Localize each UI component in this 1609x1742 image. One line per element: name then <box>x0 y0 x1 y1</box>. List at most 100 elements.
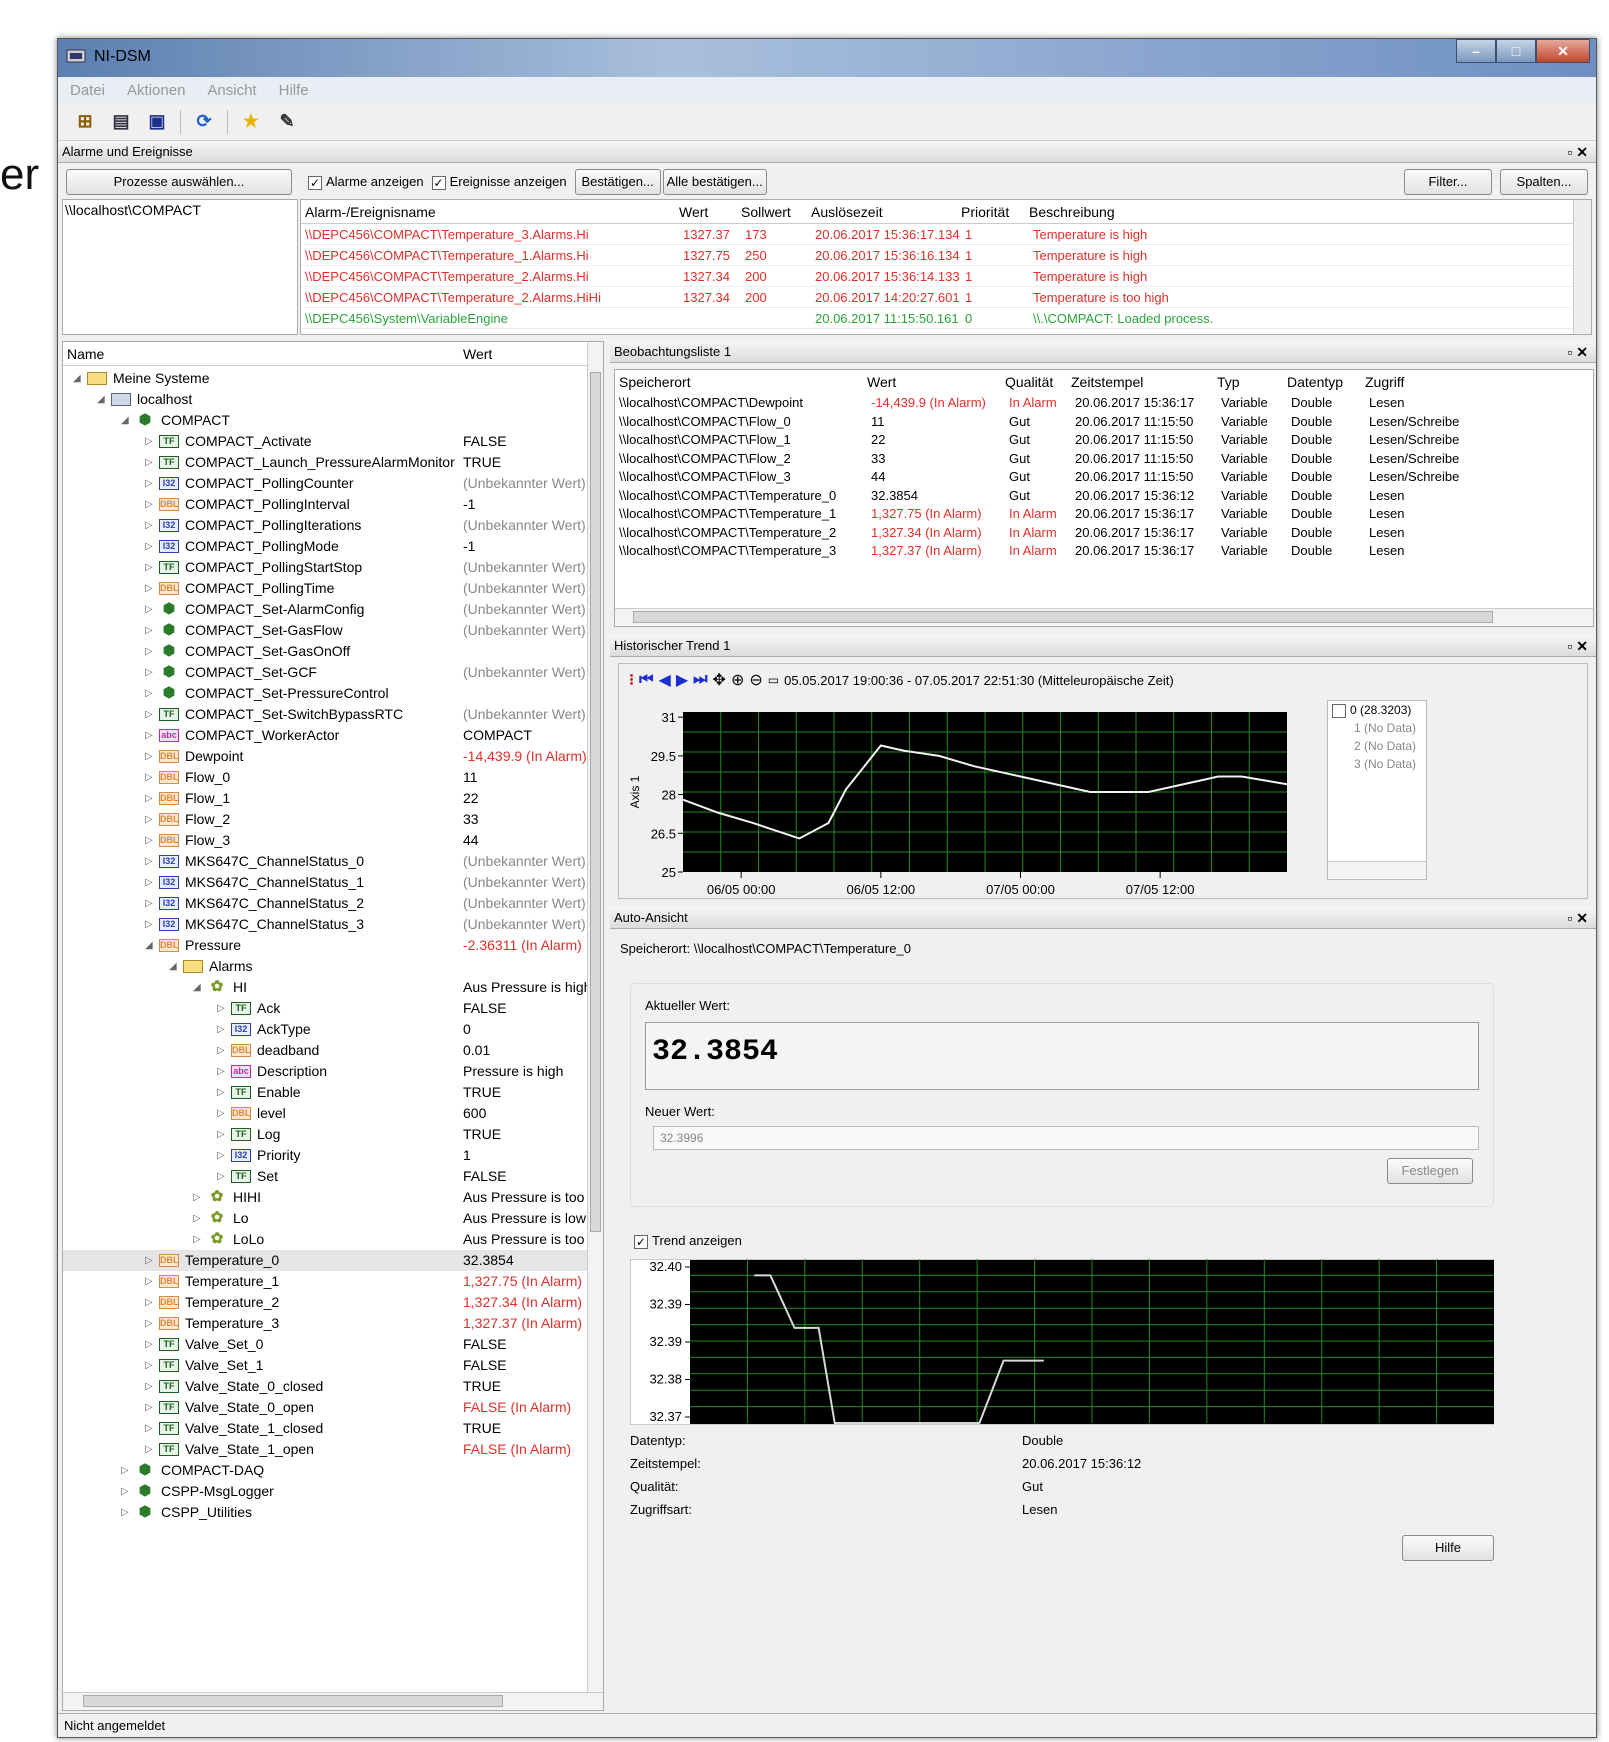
tree-row[interactable]: ▷ TF COMPACT_Set-SwitchBypassRTC (Unbekannt… <box>63 704 603 725</box>
tree-row[interactable]: ◢ ⬢ COMPACT <box>63 410 603 431</box>
tree-row[interactable]: ▷ TF Valve_State_1_closed TRUE <box>63 1418 603 1439</box>
tree-row[interactable]: ▷ ✿ LoLo Aus Pressure is too lo <box>63 1229 603 1250</box>
collapsed-arrow-icon[interactable]: ▷ <box>193 1192 207 1203</box>
alarm-table[interactable]: Alarm-/Ereignisname Wert Sollwert Auslös… <box>300 199 1592 335</box>
collapsed-arrow-icon[interactable]: ▷ <box>145 709 159 720</box>
tree-row[interactable]: ▷ ⬢ COMPACT_Set-GasFlow (Unbekannter Wert) <box>63 620 603 641</box>
collapsed-arrow-icon[interactable]: ▷ <box>217 1045 231 1056</box>
minimize-button[interactable]: – <box>1456 39 1496 63</box>
collapsed-arrow-icon[interactable]: ▷ <box>145 730 159 741</box>
watch-col-z[interactable]: Zugriff <box>1365 370 1475 394</box>
panel-controls-icon[interactable]: ▫ ✕ <box>1567 141 1588 163</box>
show-events-checkbox[interactable]: ✓ Ereignisse anzeigen <box>431 174 567 190</box>
collapsed-arrow-icon[interactable]: ▷ <box>145 604 159 615</box>
menu-hilfe[interactable]: Hilfe <box>279 82 309 99</box>
collapsed-arrow-icon[interactable]: ▷ <box>145 772 159 783</box>
tree-row[interactable]: ▷ I32 COMPACT_PollingIterations (Unbekannte… <box>63 515 603 536</box>
tree-row[interactable]: ▷ ✿ Lo Aus Pressure is low <box>63 1208 603 1229</box>
legend-item[interactable]: 1 (No Data) <box>1328 719 1426 737</box>
next-icon[interactable]: ▶ <box>676 670 688 690</box>
collapsed-arrow-icon[interactable]: ▷ <box>145 457 159 468</box>
time-range-icon[interactable]: ▭ <box>768 673 779 687</box>
watch-col-dt[interactable]: Datentyp <box>1287 370 1365 394</box>
watch-col-wert[interactable]: Wert <box>867 370 1005 394</box>
collapsed-arrow-icon[interactable]: ▷ <box>145 793 159 804</box>
tree-row[interactable]: ▷ TF COMPACT_Launch_PressureAlarmMonitor TR… <box>63 452 603 473</box>
panel-controls-icon[interactable]: ▫ ✕ <box>1567 341 1588 363</box>
refresh-icon[interactable]: ⟳ <box>191 109 217 135</box>
tree-row[interactable]: ▷ ✿ HIHI Aus Pressure is too h <box>63 1187 603 1208</box>
tree-row[interactable]: ▷ ⬢ COMPACT_Set-AlarmConfig (Unbekannter We… <box>63 599 603 620</box>
tree-row[interactable]: ▷ ⬢ CSPP-MsgLogger <box>63 1481 603 1502</box>
legend-item[interactable]: 3 (No Data) <box>1328 755 1426 773</box>
expanded-arrow-icon[interactable]: ◢ <box>169 961 183 972</box>
collapsed-arrow-icon[interactable]: ▷ <box>145 1360 159 1371</box>
tree-row[interactable]: ▷ DBL Flow_2 33 <box>63 809 603 830</box>
zoom-out-icon[interactable]: ⊖ <box>749 670 762 690</box>
acknowledge-all-button[interactable]: Alle bestätigen... <box>662 169 767 195</box>
tree-row[interactable]: ▷ DBL Temperature_3 1,327.37 (In Alarm) <box>63 1313 603 1334</box>
collapsed-arrow-icon[interactable]: ▷ <box>145 562 159 573</box>
show-alarms-checkbox[interactable]: ✓ Alarme anzeigen <box>308 174 424 190</box>
watch-row[interactable]: \\localhost\COMPACT\Temperature_2 1,327.3… <box>615 524 1593 543</box>
collapsed-arrow-icon[interactable]: ▷ <box>217 1171 231 1182</box>
tree-row[interactable]: ▷ DBL deadband 0.01 <box>63 1040 603 1061</box>
tree-row[interactable]: ▷ ⬢ COMPACT-DAQ <box>63 1460 603 1481</box>
collapsed-arrow-icon[interactable]: ▷ <box>145 1444 159 1455</box>
legend-scrollbar[interactable] <box>1328 861 1426 879</box>
tree-row[interactable]: ◢ localhost <box>63 389 603 410</box>
tree-row[interactable]: ▷ DBL Dewpoint -14,439.9 (In Alarm) <box>63 746 603 767</box>
panel-controls-icon[interactable]: ▫ ✕ <box>1567 907 1588 929</box>
col-header-name[interactable]: Alarm-/Ereignisname <box>301 200 679 223</box>
tree-row[interactable]: ▷ TF Valve_Set_1 FALSE <box>63 1355 603 1376</box>
collapsed-arrow-icon[interactable]: ▷ <box>121 1465 135 1476</box>
col-header-sollwert[interactable]: Sollwert <box>741 200 811 223</box>
alarm-row[interactable]: \\DEPC456\COMPACT\Temperature_2.Alarms.H… <box>301 266 1591 287</box>
collapsed-arrow-icon[interactable]: ▷ <box>121 1507 135 1518</box>
tree-row[interactable]: ▷ ⬢ COMPACT_Set-PressureControl <box>63 683 603 704</box>
tree-row[interactable]: ▷ TF Log TRUE <box>63 1124 603 1145</box>
collapsed-arrow-icon[interactable]: ▷ <box>145 541 159 552</box>
tree-col-wert[interactable]: Wert <box>463 342 492 366</box>
collapsed-arrow-icon[interactable]: ▷ <box>145 583 159 594</box>
col-header-zeit[interactable]: Auslösezeit <box>811 200 961 223</box>
collapsed-arrow-icon[interactable]: ▷ <box>145 1318 159 1329</box>
tree-row[interactable]: ▷ DBL Temperature_0 32.3854 <box>63 1250 603 1271</box>
tree-row[interactable]: ▷ I32 MKS647C_ChannelStatus_2 (Unbekannter … <box>63 893 603 914</box>
properties-icon[interactable]: ▤ <box>108 109 134 135</box>
col-header-prio[interactable]: Priorität <box>961 200 1029 223</box>
collapsed-arrow-icon[interactable]: ▷ <box>145 667 159 678</box>
select-processes-button[interactable]: Prozesse auswählen... <box>66 169 292 195</box>
new-system-icon[interactable]: ⊞ <box>72 109 98 135</box>
expanded-arrow-icon[interactable]: ◢ <box>193 982 207 993</box>
tree-row[interactable]: ◢ ✿ HI Aus Pressure is high <box>63 977 603 998</box>
tree-row[interactable]: ▷ TF COMPACT_PollingStartStop (Unbekannter … <box>63 557 603 578</box>
collapsed-arrow-icon[interactable]: ▷ <box>121 1486 135 1497</box>
col-header-wert[interactable]: Wert <box>679 200 741 223</box>
collapsed-arrow-icon[interactable]: ▷ <box>145 436 159 447</box>
collapsed-arrow-icon[interactable]: ▷ <box>145 1297 159 1308</box>
watch-row[interactable]: \\localhost\COMPACT\Flow_1 22 Gut 20.06.201… <box>615 431 1593 450</box>
alarm-scrollbar[interactable] <box>1573 200 1591 334</box>
watch-row[interactable]: \\localhost\COMPACT\Temperature_0 32.3854… <box>615 487 1593 506</box>
tree-row[interactable]: ▷ TF Valve_State_0_closed TRUE <box>63 1376 603 1397</box>
columns-button[interactable]: Spalten... <box>1500 169 1588 195</box>
tree-row[interactable]: ▷ TF Ack FALSE <box>63 998 603 1019</box>
tree-row[interactable]: ▷ TF Valve_Set_0 FALSE <box>63 1334 603 1355</box>
tree-hscrollbar[interactable] <box>63 1692 603 1710</box>
tree-row[interactable]: ▷ I32 MKS647C_ChannelStatus_0 (Unbekannter … <box>63 851 603 872</box>
expanded-arrow-icon[interactable]: ◢ <box>121 415 135 426</box>
title-bar[interactable]: NI-DSM – □ ✕ <box>58 39 1596 77</box>
col-header-desc[interactable]: Beschreibung <box>1029 200 1429 223</box>
watch-table[interactable]: Speicherort Wert Qualität Zeitstempel Ty… <box>614 369 1594 627</box>
watch-row[interactable]: \\localhost\COMPACT\Flow_0 11 Gut 20.06.201… <box>615 413 1593 432</box>
tree-row[interactable]: ▷ DBL COMPACT_PollingTime (Unbekannter Wert… <box>63 578 603 599</box>
expanded-arrow-icon[interactable]: ◢ <box>73 373 87 384</box>
expanded-arrow-icon[interactable]: ◢ <box>145 940 159 951</box>
tree-row[interactable]: ▷ abc Description Pressure is high <box>63 1061 603 1082</box>
tree-row[interactable]: ◢ Alarms <box>63 956 603 977</box>
collapsed-arrow-icon[interactable]: ▷ <box>145 898 159 909</box>
collapsed-arrow-icon[interactable]: ▷ <box>145 1423 159 1434</box>
tree-row[interactable]: ◢ Meine Systeme <box>63 368 603 389</box>
tree-row[interactable]: ▷ DBL Flow_1 22 <box>63 788 603 809</box>
